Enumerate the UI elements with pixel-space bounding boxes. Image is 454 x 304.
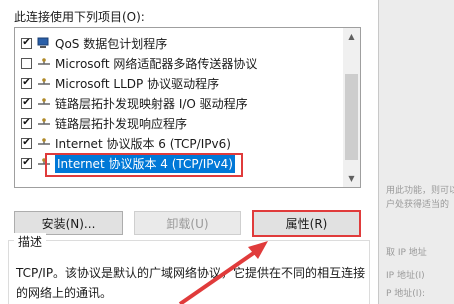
background-text-line: P 地址(I): bbox=[386, 289, 425, 299]
check-mark: ✔ bbox=[22, 97, 31, 108]
qos-scheduler-icon bbox=[36, 36, 52, 50]
background-text-line: 用此功能，则可以 bbox=[386, 186, 454, 196]
scroll-up-arrow-icon[interactable]: ▲ bbox=[343, 28, 360, 45]
list-item-lldp[interactable]: ✔ Microsoft LLDP 协议驱动程序 bbox=[21, 74, 219, 92]
item-label: Internet 协议版本 6 (TCP/IPv6) bbox=[55, 136, 231, 151]
list-item-lltd-mapper[interactable]: ✔ 链路层拓扑发现映射器 I/O 驱动程序 bbox=[21, 94, 248, 112]
check-mark: ✔ bbox=[22, 117, 31, 128]
list-item-multiplexor[interactable]: Microsoft 网络适配器多路传送器协议 bbox=[21, 54, 257, 72]
background-text-line: IP 地址(I) bbox=[386, 271, 425, 281]
item-label: QoS 数据包计划程序 bbox=[55, 36, 168, 51]
annotation-highlight-box bbox=[45, 153, 243, 177]
checkbox[interactable]: ✔ bbox=[21, 97, 32, 109]
list-item-lltd-responder[interactable]: ✔ 链路层拓扑发现响应程序 bbox=[21, 114, 187, 132]
checkbox[interactable]: ✔ bbox=[21, 117, 32, 129]
checkbox[interactable]: ✔ bbox=[21, 157, 32, 169]
scroll-thumb[interactable] bbox=[345, 74, 358, 160]
item-label: Microsoft 网络适配器多路传送器协议 bbox=[55, 56, 258, 71]
background-window: 用此功能，则可以 户处获得适当的 取 IP 地址 IP 地址(I) P 地址(I… bbox=[378, 0, 454, 304]
vertical-scrollbar[interactable]: ▲ ▼ bbox=[343, 28, 360, 187]
checkbox[interactable]: ✔ bbox=[21, 137, 32, 149]
checkbox[interactable]: ✔ bbox=[21, 37, 32, 49]
network-protocol-icon bbox=[36, 136, 52, 150]
checkbox[interactable] bbox=[21, 57, 32, 69]
scroll-down-arrow-icon[interactable]: ▼ bbox=[343, 170, 360, 187]
network-items-list[interactable]: ✔ QoS 数据包计划程序 Microsoft 网络适配器多路传送器协议 ✔ M… bbox=[14, 27, 361, 188]
check-mark: ✔ bbox=[22, 137, 31, 148]
description-text: TCP/IP。该协议是默认的广域网络协议，它提供在不同的相互连接的网络上的通讯。 bbox=[16, 266, 366, 300]
network-protocol-icon bbox=[36, 116, 52, 130]
item-label: Microsoft LLDP 协议驱动程序 bbox=[55, 76, 220, 91]
network-protocol-icon bbox=[36, 96, 52, 110]
check-mark: ✔ bbox=[22, 37, 31, 48]
background-text-line: 户处获得适当的 bbox=[386, 200, 450, 210]
network-protocol-icon bbox=[36, 76, 52, 90]
checkbox[interactable]: ✔ bbox=[21, 77, 32, 89]
item-label: 链路层拓扑发现映射器 I/O 驱动程序 bbox=[55, 96, 248, 111]
install-button[interactable]: 安装(N)... bbox=[14, 211, 123, 235]
background-text-line: 取 IP 地址 bbox=[386, 248, 427, 258]
description-title: 描述 bbox=[14, 233, 47, 250]
items-caption: 此连接使用下列项目(O): bbox=[14, 10, 145, 24]
uninstall-button[interactable]: 卸载(U) bbox=[134, 211, 241, 235]
list-item-qos[interactable]: ✔ QoS 数据包计划程序 bbox=[21, 34, 167, 52]
dialog-edge bbox=[378, 0, 379, 304]
check-mark: ✔ bbox=[22, 157, 31, 168]
network-properties-dialog: 此连接使用下列项目(O): ✔ QoS 数据包计划程序 Microsoft 网络… bbox=[0, 0, 378, 304]
list-item-ipv6[interactable]: ✔ Internet 协议版本 6 (TCP/IPv6) bbox=[21, 134, 231, 152]
check-mark: ✔ bbox=[22, 77, 31, 88]
item-label: 链路层拓扑发现响应程序 bbox=[55, 116, 188, 131]
network-protocol-icon bbox=[36, 56, 52, 70]
properties-button[interactable]: 属性(R) bbox=[252, 210, 361, 237]
